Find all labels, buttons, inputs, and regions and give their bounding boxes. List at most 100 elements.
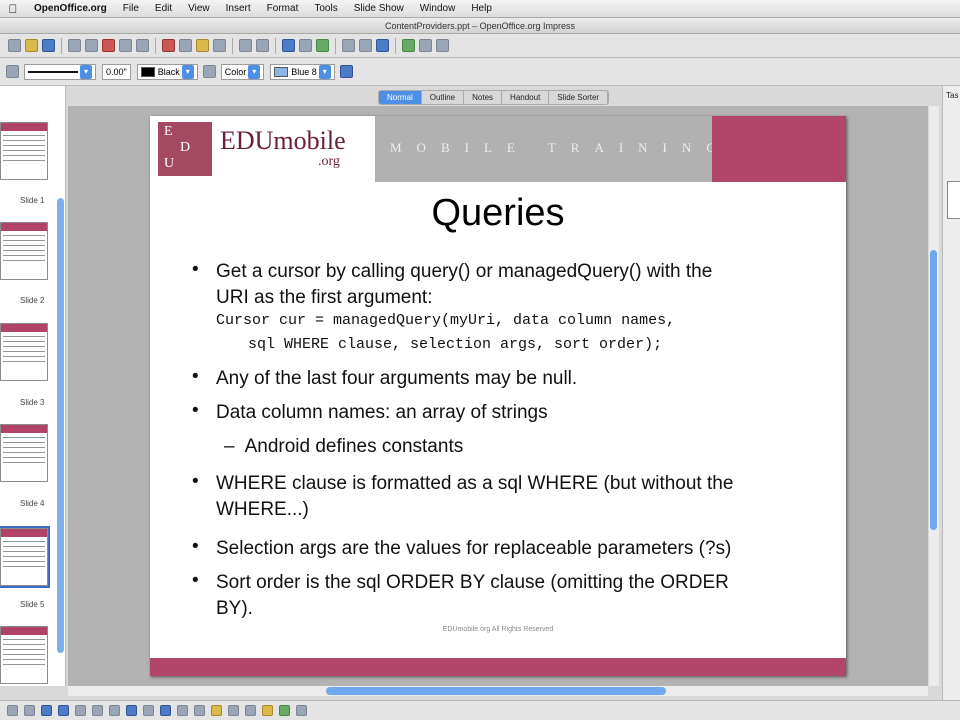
line-style-select[interactable]: ▾ <box>24 63 96 80</box>
flowchart-icon[interactable] <box>177 705 188 716</box>
menu-file[interactable]: File <box>115 3 147 14</box>
undo-icon[interactable] <box>239 39 252 52</box>
area-icon[interactable] <box>202 65 216 78</box>
cut-icon[interactable] <box>162 39 175 52</box>
new-icon[interactable] <box>8 39 21 52</box>
edit-file-icon[interactable] <box>85 39 98 52</box>
print-icon[interactable] <box>119 39 132 52</box>
tab-notes[interactable]: Notes <box>464 91 503 104</box>
area-style-select[interactable]: Color ▾ <box>220 63 265 80</box>
chevron-down-icon[interactable]: ▾ <box>318 64 331 79</box>
table-icon[interactable] <box>299 39 312 52</box>
points-icon[interactable] <box>228 705 239 716</box>
slide-thumbnail-3[interactable] <box>0 323 48 381</box>
tab-handout[interactable]: Handout <box>502 91 550 104</box>
star-icon[interactable] <box>211 705 222 716</box>
slide-icon[interactable] <box>402 39 415 52</box>
task-pane-preview[interactable] <box>947 181 960 219</box>
code-line-2: sql WHERE clause, selection args, sort o… <box>248 336 663 353</box>
connector-icon[interactable] <box>109 705 120 716</box>
chevron-down-icon[interactable]: ▾ <box>80 64 92 79</box>
bullet-dot: • <box>192 570 199 591</box>
arrow-icon[interactable] <box>160 705 171 716</box>
bullet-5-text: Selection args are the values for replac… <box>216 538 732 559</box>
bullet-4-line-2: WHERE...) <box>216 499 309 520</box>
gallery-icon[interactable] <box>279 705 290 716</box>
sub-bullet-dash: – <box>224 436 235 457</box>
navigator-icon[interactable] <box>342 39 355 52</box>
bullet-3-text: Data column names: an array of strings <box>216 402 548 423</box>
slide-thumbnail-5[interactable] <box>0 526 50 588</box>
menu-format[interactable]: Format <box>259 3 307 14</box>
brand-logo: E D U <box>158 122 212 176</box>
tab-normal[interactable]: Normal <box>379 91 422 104</box>
curve-icon[interactable] <box>92 705 103 716</box>
clone-icon[interactable] <box>213 39 226 52</box>
menu-insert[interactable]: Insert <box>218 3 259 14</box>
redo-icon[interactable] <box>256 39 269 52</box>
toolbar-separator <box>61 37 62 54</box>
tab-slide-sorter[interactable]: Slide Sorter <box>549 91 609 104</box>
slide-thumbnail-4[interactable] <box>0 424 48 482</box>
zoom-icon[interactable] <box>359 39 372 52</box>
text-icon[interactable] <box>75 705 86 716</box>
area-color-select[interactable]: Blue 8 ▾ <box>270 63 335 80</box>
menu-slide-show[interactable]: Slide Show <box>346 3 412 14</box>
line-style-icon[interactable] <box>6 65 19 78</box>
drawing-toolbar <box>0 700 960 720</box>
bullet-4-line-1: WHERE clause is formatted as a sql WHERE… <box>216 473 734 494</box>
menu-view[interactable]: View <box>180 3 218 14</box>
area-color-value: Blue 8 <box>291 66 317 77</box>
tab-outline[interactable]: Outline <box>422 91 465 104</box>
slide-thumbnail-6[interactable] <box>0 626 48 684</box>
from-file-icon[interactable] <box>262 705 273 716</box>
callout-icon[interactable] <box>194 705 205 716</box>
spellcheck-icon[interactable] <box>136 39 149 52</box>
extrusion-icon[interactable] <box>296 705 307 716</box>
layout-icon[interactable] <box>419 39 432 52</box>
slide-pane: Slide 1 Slide 2 Slide 3 Slide 4 Slide 5 <box>0 86 66 686</box>
shadow-icon[interactable] <box>339 65 353 78</box>
bullet-1-line-1: Get a cursor by calling query() or manag… <box>216 261 713 282</box>
select-icon[interactable] <box>7 705 18 716</box>
slide-thumbnail-2[interactable] <box>0 222 48 280</box>
line-icon[interactable] <box>24 705 35 716</box>
hyperlink-icon[interactable] <box>316 39 329 52</box>
ellipse-icon[interactable] <box>58 705 69 716</box>
menu-window[interactable]: Window <box>412 3 464 14</box>
fontwork-icon[interactable] <box>245 705 256 716</box>
horizontal-scroll-thumb[interactable] <box>326 687 666 695</box>
chart-icon[interactable] <box>282 39 295 52</box>
open-icon[interactable] <box>25 39 38 52</box>
bullet-1-line-2: URI as the first argument: <box>216 287 433 308</box>
chevron-down-icon[interactable]: ▾ <box>248 64 261 79</box>
bullet-2: • Any of the last four arguments may be … <box>192 366 812 392</box>
apple-icon[interactable]:  <box>0 2 26 16</box>
vertical-scroll-thumb[interactable] <box>930 250 937 530</box>
slide-thumbnail-1[interactable] <box>0 122 48 180</box>
toolbar-separator <box>275 37 276 54</box>
shapes-icon[interactable] <box>126 705 137 716</box>
chevron-down-icon[interactable]: ▾ <box>181 64 194 79</box>
symbol-icon[interactable] <box>143 705 154 716</box>
pdf-icon[interactable] <box>102 39 115 52</box>
brand-letter-d: D <box>180 140 191 155</box>
brand-name: EDUmobile <box>220 126 346 155</box>
menu-edit[interactable]: Edit <box>147 3 180 14</box>
paste-icon[interactable] <box>196 39 209 52</box>
slide-canvas[interactable]: E D U EDUmobile .org MOBILE TRAINING Que… <box>150 116 846 676</box>
line-width-field[interactable]: 0.00" <box>102 63 131 80</box>
menu-tools[interactable]: Tools <box>306 3 345 14</box>
slide-pane-scrollbar[interactable] <box>57 198 64 653</box>
menu-help[interactable]: Help <box>463 3 500 14</box>
design-icon[interactable] <box>436 39 449 52</box>
rectangle-icon[interactable] <box>41 705 52 716</box>
line-color-value: Black <box>157 66 180 77</box>
save-icon[interactable] <box>42 39 55 52</box>
email-icon[interactable] <box>68 39 81 52</box>
toolbar-separator <box>155 37 156 54</box>
menu-app[interactable]: OpenOffice.org <box>26 3 115 14</box>
help-icon[interactable] <box>376 39 389 52</box>
copy-icon[interactable] <box>179 39 192 52</box>
line-color-select[interactable]: Black ▾ <box>136 63 198 80</box>
